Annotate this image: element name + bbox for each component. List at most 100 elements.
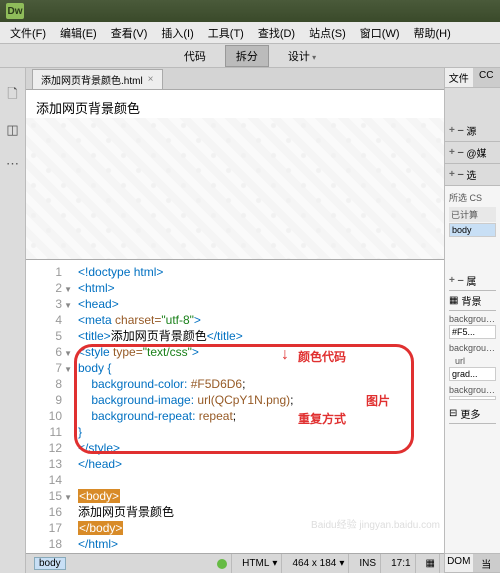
panel-bg-group[interactable]: ▦ 背景 [449,291,496,311]
close-icon[interactable]: × [148,74,154,85]
code-text: <!doctype html> [78,265,163,279]
panel-media[interactable]: +–@媒 [445,142,500,164]
left-toolbar: 🗋 ◫ ⋯ [0,68,26,573]
status-ins[interactable]: INS [355,554,381,573]
title-bar: Dw [0,0,500,22]
code-text: background-color: [78,377,191,391]
code-text: </title> [207,329,243,343]
code-text: <style [78,345,113,359]
tab-dom[interactable]: DOM [445,554,473,572]
menu-find[interactable]: 查找(D) [252,23,301,43]
right-panel: 文件 CC +–源 +–@媒 +–选 所选 CS 已计算 body +–属 ▦ … [444,68,500,573]
design-preview[interactable]: 添加网页背景颜色 [26,90,444,260]
panel-prop-group[interactable]: +–属 [449,271,496,291]
tag-selector[interactable]: body [30,555,70,572]
code-text: </html> [78,537,118,551]
line-number: 9 [26,392,70,408]
line-number: 7▼ [26,360,70,376]
line-number: 13 [26,456,70,472]
panel-tab-file[interactable]: 文件 [445,68,473,87]
code-text: </body> [78,521,123,535]
app-logo: Dw [6,3,24,19]
more-icon[interactable]: ⋯ [5,156,21,172]
code-text: </head> [78,457,122,471]
document-tab[interactable]: 添加网页背景颜色.html × [32,69,163,89]
line-number: 1 [26,264,70,280]
sync-icon [217,559,227,569]
panel-computed[interactable]: 已计算 [449,207,496,222]
main-area: 🗋 ◫ ⋯ 添加网页背景颜色.html × 添加网页背景颜色 1 <!doctyp… [0,68,500,573]
preview-text: 添加网页背景颜色 [36,98,140,117]
prop-bgimg: background-image [449,343,496,353]
val-bgcolor[interactable]: #F5... [449,325,496,339]
line-number: 3▼ [26,296,70,312]
status-sync[interactable] [213,554,232,573]
menu-tools[interactable]: 工具(T) [202,23,250,43]
line-number: 8 [26,376,70,392]
plus-icon: + [449,125,455,136]
code-text: background-image: [78,393,197,407]
preview-pattern [26,118,444,259]
code-text: 添加网页背景颜色 [78,505,174,519]
file-icon[interactable]: 🗋 [5,88,21,104]
line-number: 17 [26,520,70,536]
menu-insert[interactable]: 插入(I) [155,23,199,43]
prop-bgrep: background-repeat [449,385,496,395]
code-editor[interactable]: 1<!doctype html> 2▼<html> 3▼<head> 4<met… [26,260,444,553]
line-number: 14 [26,472,70,488]
menu-site[interactable]: 站点(S) [303,23,352,43]
code-text: <title> [78,329,111,343]
code-text: type= [113,345,143,359]
status-dim[interactable]: 464 x 184 ▾ [288,554,349,573]
code-text: body { [78,361,111,375]
tab-cur[interactable]: 当 [473,554,500,572]
val-url[interactable]: grad... [449,367,496,381]
val-bgrep[interactable] [449,396,496,400]
document-area: 添加网页背景颜色.html × 添加网页背景颜色 1 <!doctype html… [26,68,444,573]
view-design[interactable]: 设计 [277,45,327,67]
plus-icon: + [449,147,455,158]
menu-view[interactable]: 查看(V) [105,23,154,43]
split-icon[interactable]: ◫ [5,122,21,138]
status-settings-icon[interactable]: ▦ [422,554,440,573]
view-code[interactable]: 代码 [173,45,217,67]
view-split[interactable]: 拆分 [225,45,269,67]
code-text: ; [242,377,245,391]
line-number: 2▼ [26,280,70,296]
code-text: background-repeat: [78,409,199,423]
panel-selector-body[interactable]: body [449,223,496,237]
panel-tab-cc[interactable]: CC [473,68,500,87]
code-text: charset= [115,313,161,327]
document-tab-label: 添加网页背景颜色.html [41,72,143,87]
code-text: url(QCpY1N.png) [197,393,290,407]
code-text: > [192,345,199,359]
code-text: "utf-8" [161,313,194,327]
code-text: ; [290,393,293,407]
code-text: > [194,313,201,327]
menu-window[interactable]: 窗口(W) [354,23,406,43]
status-pos: 17:1 [387,554,415,573]
menu-file[interactable]: 文件(F) [4,23,52,43]
line-number: 4 [26,312,70,328]
code-text: "text/css" [143,345,192,359]
panel-source[interactable]: +–源 [445,120,500,142]
line-number: 5 [26,328,70,344]
menu-help[interactable]: 帮助(H) [408,23,457,43]
panel-selector[interactable]: +–选 [445,164,500,186]
line-number: 18 [26,536,70,552]
line-number: 12 [26,440,70,456]
code-text: ; [233,409,236,423]
panel-more[interactable]: ⊟ 更多 [449,404,496,424]
line-number: 16 [26,504,70,520]
code-text: #F5D6D6 [191,377,242,391]
status-bar: body HTML ▾ 464 x 184 ▾ INS 17:1 ▦ [26,553,444,573]
code-text: } [78,425,82,439]
status-lang[interactable]: HTML ▾ [238,554,282,573]
menu-bar: 文件(F) 编辑(E) 查看(V) 插入(I) 工具(T) 查找(D) 站点(S… [0,22,500,44]
menu-edit[interactable]: 编辑(E) [54,23,103,43]
panel-bottom-tabs: DOM 当 [445,553,500,573]
line-number: 19 [26,552,70,553]
line-number: 15▼ [26,488,70,504]
app-window: Dw 文件(F) 编辑(E) 查看(V) 插入(I) 工具(T) 查找(D) 站… [0,0,500,573]
panel-label: 所选 CS [449,191,496,204]
